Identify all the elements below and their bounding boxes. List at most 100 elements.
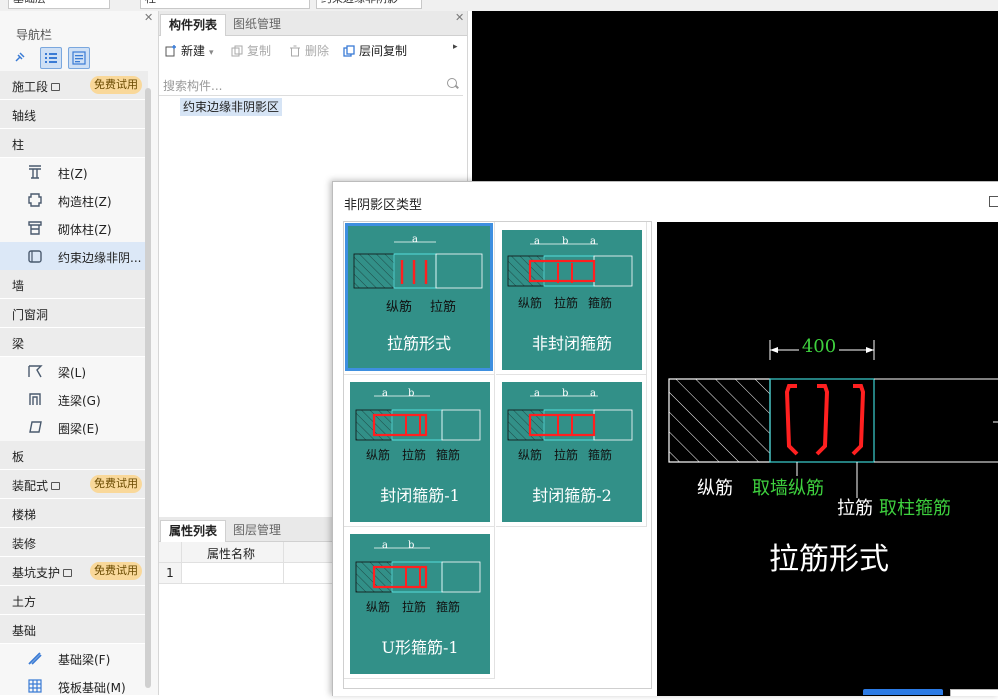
tab-component-list[interactable]: 构件列表 — [160, 14, 227, 36]
prop-tabbar: 属性列表 图层管理 — [159, 517, 332, 542]
type-option-3[interactable]: a b 纵筋 拉筋 箍筋 封闭箍筋-1 — [344, 374, 495, 527]
list-view-icon[interactable] — [40, 47, 62, 69]
rebar-label: 拉筋 — [402, 600, 427, 614]
type-card[interactable]: a b a 纵筋 拉筋 箍筋 非封闭箍筋 — [502, 230, 642, 370]
copy-button[interactable]: 复制 — [231, 42, 271, 59]
free-trial-badge[interactable]: 免费试用 — [90, 76, 142, 94]
property-name-header: 属性名称 — [207, 547, 256, 561]
nav-title: 导航栏 — [16, 28, 53, 42]
nav-item[interactable]: 连梁(G) — [0, 385, 148, 413]
nav-category-label: 梁 — [12, 337, 25, 351]
component-item[interactable]: 约束边缘非阴影区 — [180, 98, 283, 116]
new-button[interactable]: 新建 ▾ — [165, 42, 214, 59]
free-trial-badge[interactable]: 免费试用 — [90, 562, 142, 580]
nav-category[interactable]: 装修 — [0, 528, 148, 557]
type-grid: a 纵筋 拉筋 拉筋形式 a b a 纵筋 拉筋 箍筋 非封闭箍筋 a b 纵筋 拉筋 箍筋 封闭箍筋-1 a b a… — [343, 221, 652, 689]
nav-category[interactable]: 基础 — [0, 615, 148, 644]
tab-layer-manage[interactable]: 图层管理 — [225, 520, 289, 541]
ok-button[interactable] — [863, 689, 943, 695]
preview-dim-400: 400 — [799, 336, 839, 360]
row-number-header — [159, 542, 182, 562]
tab-drawing-manage[interactable]: 图纸管理 — [225, 14, 289, 35]
nav-category[interactable]: 轴线 — [0, 100, 148, 129]
floor-copy-button[interactable]: 层间复制 — [343, 42, 407, 59]
type-card[interactable]: a b 纵筋 拉筋 箍筋 封闭箍筋-1 — [350, 382, 490, 522]
nav-item[interactable]: 基础梁(F) — [0, 644, 148, 672]
nav-item[interactable]: 约束边缘非阴... — [0, 242, 148, 270]
nav-category[interactable]: 装配式 免费试用 — [0, 470, 148, 499]
nav-category[interactable]: 楼梯 — [0, 499, 148, 528]
nav-category[interactable]: 板 — [0, 441, 148, 470]
nav-category-label: 基坑支护 — [12, 564, 73, 581]
nav-item-label: 约束边缘非阴... — [58, 251, 142, 265]
boundary-icon — [28, 250, 42, 263]
rebar-label: 箍筋 — [436, 448, 461, 462]
preview-long-bar: 纵筋 — [697, 478, 733, 499]
nav-category[interactable]: 门窗洞 — [0, 299, 148, 328]
nav-item[interactable]: 砌体柱(Z) — [0, 214, 148, 242]
new-icon — [165, 45, 176, 57]
nav-item[interactable]: 构造柱(Z) — [0, 186, 148, 214]
nav-item-label: 基础梁(F) — [58, 653, 111, 667]
type-option-1[interactable]: a 纵筋 拉筋 拉筋形式 — [344, 222, 495, 375]
tab-property-list[interactable]: 属性列表 — [160, 520, 227, 542]
search-input[interactable]: 搜索构件... — [163, 77, 222, 94]
type-option-4[interactable]: a b a 纵筋 拉筋 箍筋 封闭箍筋-2 — [496, 374, 647, 527]
category-select[interactable]: 柱 — [140, 0, 310, 9]
preview-tie-bar: 拉筋 — [837, 498, 873, 519]
nav-item[interactable]: 柱(Z) — [0, 158, 148, 186]
trash-icon — [290, 45, 300, 57]
copy-icon — [231, 45, 243, 57]
nav-category[interactable]: 施工段 免费试用 — [0, 71, 148, 100]
maximize-icon[interactable] — [989, 196, 998, 207]
nav-category[interactable]: 柱 — [0, 129, 148, 158]
free-trial-badge[interactable]: 免费试用 — [90, 475, 142, 493]
type-card[interactable]: a b a 纵筋 拉筋 箍筋 封闭箍筋-2 — [502, 382, 642, 522]
wall-hatch — [668, 378, 771, 463]
floor-select[interactable]: 基础层 — [8, 0, 110, 9]
nav-category[interactable]: 土方 — [0, 586, 148, 615]
type-card[interactable]: a b 纵筋 拉筋 箍筋 U形箍筋-1 — [350, 534, 490, 674]
dim-label: b — [562, 388, 569, 399]
nav-category-label: 土方 — [12, 595, 37, 609]
nav-item[interactable]: 圈梁(E) — [0, 413, 148, 441]
nav-scrollbar[interactable] — [145, 88, 151, 688]
nav-item[interactable]: 筏板基础(M) — [0, 672, 148, 700]
type-caption: 拉筋形式 — [386, 334, 451, 353]
comp-tabbar: 构件列表 图纸管理 ✕ — [159, 11, 467, 36]
search-icon[interactable] — [447, 78, 457, 88]
pin-icon[interactable] — [10, 47, 30, 67]
dim-label: b — [562, 236, 569, 247]
type-caption: 封闭箍筋-2 — [532, 486, 612, 505]
tie-bar-1 — [784, 384, 799, 456]
type-option-5[interactable]: a b 纵筋 拉筋 箍筋 U形箍筋-1 — [344, 526, 495, 679]
type-card[interactable]: a 纵筋 拉筋 拉筋形式 — [345, 223, 493, 371]
detail-view-icon[interactable] — [68, 47, 90, 69]
more-tools-icon[interactable]: ▸ — [453, 42, 458, 52]
property-table: 属性名称 1 — [159, 542, 332, 584]
nav-item-label: 梁(L) — [58, 366, 87, 380]
nav-category[interactable]: 墙 — [0, 270, 148, 299]
nav-item[interactable]: 梁(L) — [0, 357, 148, 385]
search-bar[interactable]: 搜索构件... — [159, 75, 463, 96]
property-row[interactable]: 1 — [159, 563, 332, 584]
rebar-label: 拉筋 — [554, 448, 579, 462]
delete-button[interactable]: 删除 — [289, 42, 329, 59]
comp-close-icon[interactable]: ✕ — [455, 12, 464, 23]
nav-category[interactable]: 基坑支护 免费试用 — [0, 557, 148, 586]
ring-beam-icon — [29, 421, 42, 433]
column-icon — [29, 165, 41, 179]
comp-toolbar: 新建 ▾ 复制 删除 层间复制 ▸ — [159, 37, 467, 61]
component-select[interactable]: 约束边缘非阴影 — [316, 0, 422, 9]
dim-label: b — [408, 388, 415, 399]
nav-category-label: 基础 — [12, 624, 37, 638]
delete-label: 删除 — [305, 44, 330, 58]
drawing-canvas[interactable] — [472, 11, 998, 181]
nav-category-label: 墙 — [12, 279, 25, 293]
nav-close-icon[interactable]: ✕ — [144, 12, 153, 23]
new-dropdown-icon[interactable]: ▾ — [209, 48, 214, 58]
nav-category[interactable]: 梁 — [0, 328, 148, 357]
type-option-2[interactable]: a b a 纵筋 拉筋 箍筋 非封闭箍筋 — [496, 222, 647, 375]
nav-item-label: 筏板基础(M) — [58, 681, 126, 695]
lock-icon — [63, 568, 73, 577]
